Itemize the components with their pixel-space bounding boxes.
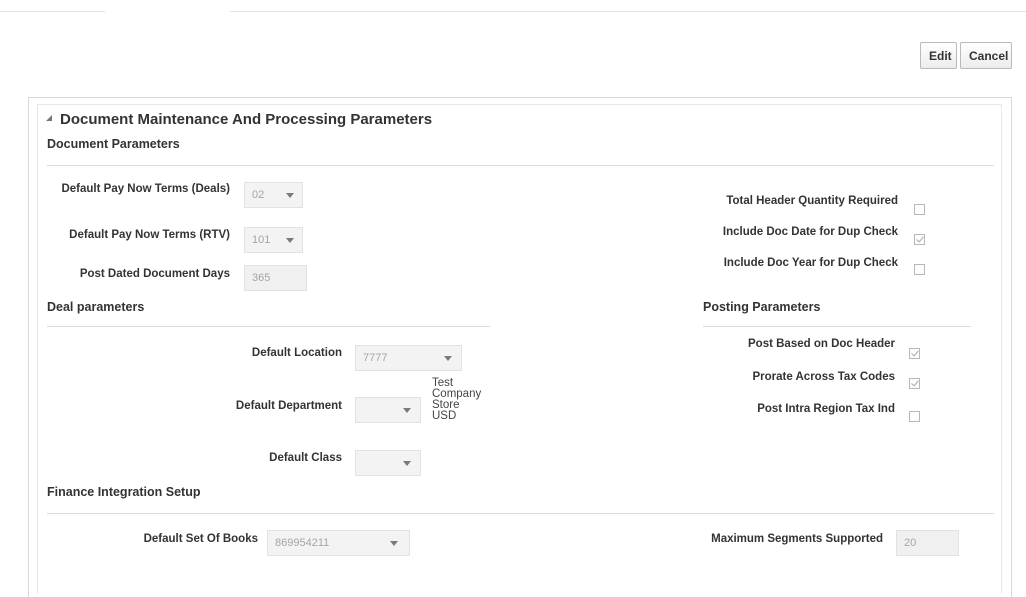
pay-now-terms-rtv-value: 101 bbox=[252, 234, 271, 246]
include-doc-year-dup-check-checkbox[interactable] bbox=[914, 264, 925, 275]
label-pay-now-terms-rtv: Default Pay Now Terms (RTV) bbox=[69, 229, 230, 241]
cancel-button[interactable]: Cancel bbox=[960, 42, 1012, 69]
section-divider bbox=[47, 326, 490, 327]
chevron-down-icon bbox=[403, 461, 411, 466]
default-department-select[interactable] bbox=[355, 397, 421, 423]
post-dated-document-days-input[interactable]: 365 bbox=[244, 265, 307, 291]
default-location-select[interactable]: 7777 bbox=[355, 345, 462, 371]
chevron-down-icon bbox=[403, 408, 411, 413]
section-divider bbox=[47, 165, 994, 166]
default-class-select[interactable] bbox=[355, 450, 421, 476]
label-include-doc-year-dup-check: Include Doc Year for Dup Check bbox=[723, 257, 898, 269]
section-divider bbox=[47, 513, 994, 514]
section-divider bbox=[703, 326, 971, 327]
default-location-value: 7777 bbox=[363, 352, 388, 364]
label-prorate-across-tax-codes: Prorate Across Tax Codes bbox=[752, 371, 895, 383]
label-default-class: Default Class bbox=[269, 452, 342, 464]
label-default-location: Default Location bbox=[251, 347, 342, 359]
label-pay-now-terms-deals: Default Pay Now Terms (Deals) bbox=[61, 183, 230, 195]
label-post-dated-document-days: Post Dated Document Days bbox=[79, 268, 230, 280]
department-description: Test Company Store USD bbox=[432, 377, 481, 422]
chevron-down-icon bbox=[444, 356, 452, 361]
chevron-down-icon bbox=[286, 193, 294, 198]
section-heading-finance-integration-setup: Finance Integration Setup bbox=[47, 485, 201, 499]
default-set-of-books-value: 869954211 bbox=[275, 537, 330, 549]
maximum-segments-supported-input[interactable]: 20 bbox=[896, 530, 959, 556]
label-default-set-of-books: Default Set Of Books bbox=[143, 533, 258, 545]
total-header-quantity-checkbox[interactable] bbox=[914, 204, 925, 215]
include-doc-date-dup-check-checkbox[interactable] bbox=[914, 234, 925, 245]
active-tab-gap bbox=[105, 10, 230, 13]
edit-button[interactable]: Edit bbox=[920, 42, 957, 69]
label-post-intra-region-tax-ind: Post Intra Region Tax Ind bbox=[757, 403, 895, 415]
post-based-on-doc-header-checkbox[interactable] bbox=[909, 348, 920, 359]
label-post-based-on-doc-header: Post Based on Doc Header bbox=[748, 338, 895, 350]
label-default-department: Default Department bbox=[235, 400, 342, 412]
department-description-line: USD bbox=[432, 410, 457, 422]
pay-now-terms-rtv-select[interactable]: 101 bbox=[244, 227, 303, 253]
prorate-across-tax-codes-checkbox[interactable] bbox=[909, 378, 920, 389]
label-include-doc-date-dup-check: Include Doc Date for Dup Check bbox=[722, 226, 898, 238]
chevron-down-icon bbox=[286, 238, 294, 243]
default-set-of-books-select[interactable]: 869954211 bbox=[267, 530, 410, 556]
section-heading-posting-parameters: Posting Parameters bbox=[703, 300, 821, 314]
label-maximum-segments-supported: Maximum Segments Supported bbox=[711, 533, 883, 545]
pay-now-terms-deals-value: 02 bbox=[252, 189, 265, 201]
pay-now-terms-deals-select[interactable]: 02 bbox=[244, 182, 303, 208]
post-intra-region-tax-ind-checkbox[interactable] bbox=[909, 411, 920, 422]
label-total-header-quantity: Total Header Quantity Required bbox=[726, 195, 898, 207]
collapse-triangle-icon[interactable] bbox=[46, 115, 52, 121]
section-heading-document-parameters: Document Parameters bbox=[47, 137, 180, 151]
panel-title[interactable]: Document Maintenance And Processing Para… bbox=[60, 111, 432, 128]
section-heading-deal-parameters: Deal parameters bbox=[47, 300, 145, 314]
chevron-down-icon bbox=[390, 541, 398, 546]
